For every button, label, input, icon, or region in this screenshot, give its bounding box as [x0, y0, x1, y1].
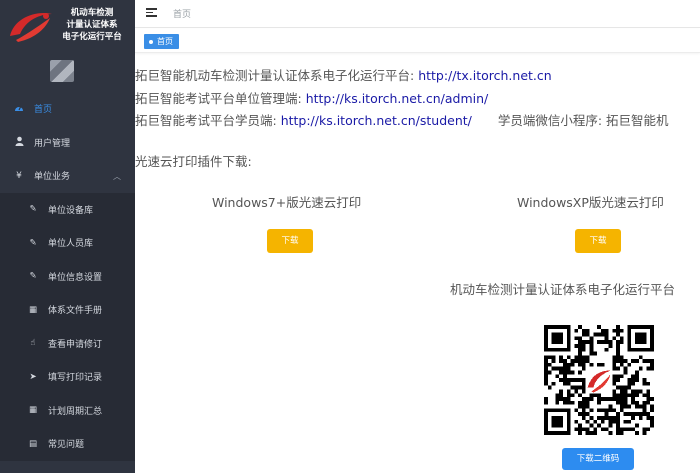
exam-admin-link[interactable]: http://ks.itorch.net.cn/admin/ — [306, 91, 489, 106]
sidebar-item-label: 计划周期汇总 — [48, 406, 103, 417]
sidebar-item-label: 查看申请修订 — [48, 339, 103, 350]
user-icon — [12, 136, 26, 149]
download-winxp-button[interactable]: 下载 — [575, 229, 621, 253]
sidebar-item-revision-requests[interactable]: ☝ 查看申请修订 — [0, 326, 135, 360]
brand-logo[interactable]: 机动车检测 计量认证体系 电子化运行平台 — [0, 0, 135, 52]
brand-line-1: 机动车检测 — [70, 8, 114, 18]
platform-label: 拓巨智能机动车检测计量认证体系电子化运行平台: — [135, 68, 419, 83]
sidebar-item-unit-business[interactable]: ¥ 单位业务 ︿ — [0, 159, 135, 193]
sidebar-item-label: 首页 — [34, 105, 53, 116]
sidebar: 机动车检测 计量认证体系 电子化运行平台 首页 用户管理 ¥ 单位业务 ︿ ✎ … — [0, 0, 135, 473]
exam-admin-link-line: 拓巨智能考试平台单位管理端: http://ks.itorch.net.cn/a… — [135, 88, 488, 107]
chevron-up-icon: ︿ — [113, 172, 121, 181]
menu-toggle-icon[interactable] — [146, 8, 157, 17]
sidebar-item-label: 单位人员库 — [48, 239, 94, 250]
sidebar-item-label: 用户管理 — [34, 138, 71, 149]
plugin-title: 光速云打印插件下载: — [135, 154, 252, 169]
breadcrumb[interactable]: 首页 — [173, 7, 191, 20]
qr-code-image — [544, 325, 654, 435]
qr-title: 机动车检测计量认证体系电子化运行平台 — [450, 282, 676, 297]
send-icon: ➤ — [29, 371, 37, 382]
edit-icon: ✎ — [29, 237, 37, 248]
exam-student-link[interactable]: http://ks.itorch.net.cn/student/ — [281, 113, 472, 128]
brand-line-3: 电子化运行平台 — [62, 32, 122, 42]
sidebar-item-faq[interactable]: ▤ 常见问题 — [0, 427, 135, 461]
download-win7-button[interactable]: 下载 — [267, 229, 313, 253]
tag-label: 首页 — [157, 37, 173, 46]
download-qr-button[interactable]: 下载二维码 — [562, 448, 634, 470]
app-root: 机动车检测 计量认证体系 电子化运行平台 首页 用户管理 ¥ 单位业务 ︿ ✎ … — [0, 0, 700, 473]
sidebar-item-system-manual[interactable]: ▦ 体系文件手册 — [0, 293, 135, 327]
download-title-winxp: WindowsXP版光速云打印 — [517, 195, 664, 210]
exam-student-link-line: 拓巨智能考试平台学员端: http://ks.itorch.net.cn/stu… — [135, 110, 669, 129]
table-icon: ▦ — [28, 405, 38, 416]
exam-student-label: 拓巨智能考试平台学员端: — [135, 113, 281, 128]
table-icon: ▦ — [28, 304, 38, 315]
main-content: 拓巨智能机动车检测计量认证体系电子化运行平台: http://tx.itorch… — [135, 53, 700, 473]
exam-admin-label: 拓巨智能考试平台单位管理端: — [135, 91, 306, 106]
miniprogram-label: 学员端微信小程序: 拓巨智能机 — [497, 113, 669, 128]
sidebar-menu: 首页 用户管理 ¥ 单位业务 ︿ ✎ 单位设备库 ✎ 单位人员库 ✎ 单位信息设… — [0, 92, 135, 461]
sidebar-item-unit-staff[interactable]: ✎ 单位人员库 — [0, 226, 135, 260]
yen-icon: ¥ — [16, 170, 22, 181]
brand-line-2: 计量认证体系 — [66, 20, 118, 30]
sidebar-item-user-management[interactable]: 用户管理 — [0, 126, 135, 160]
tag-dot-icon — [149, 39, 153, 44]
brand-title: 机动车检测 计量认证体系 电子化运行平台 — [52, 7, 132, 43]
download-title-win7: Windows7+版光速云打印 — [212, 195, 362, 210]
sidebar-item-unit-equipment[interactable]: ✎ 单位设备库 — [0, 192, 135, 226]
sidebar-item-label: 常见问题 — [48, 440, 85, 451]
sidebar-item-unit-settings[interactable]: ✎ 单位信息设置 — [0, 259, 135, 293]
sidebar-item-label: 单位信息设置 — [48, 272, 103, 283]
sidebar-item-label: 单位设备库 — [48, 205, 94, 216]
platform-link[interactable]: http://tx.itorch.net.cn — [418, 68, 552, 83]
hand-icon: ☝ — [30, 338, 36, 349]
sidebar-item-home[interactable]: 首页 — [0, 92, 135, 126]
top-bar: 首页 — [135, 0, 700, 28]
sidebar-item-label: 体系文件手册 — [48, 306, 103, 317]
doc-icon: ▤ — [28, 438, 38, 449]
edit-icon: ✎ — [29, 271, 37, 282]
edit-icon: ✎ — [29, 204, 37, 215]
platform-link-line: 拓巨智能机动车检测计量认证体系电子化运行平台: http://tx.itorch… — [135, 65, 552, 84]
sidebar-item-plan-summary[interactable]: ▦ 计划周期汇总 — [0, 393, 135, 427]
sidebar-item-label: 单位业务 — [34, 172, 71, 183]
sidebar-item-label: 填写打印记录 — [48, 373, 103, 384]
logo-icon — [10, 12, 52, 42]
dashboard-icon — [12, 103, 26, 115]
tags-view: 首页 — [135, 29, 700, 53]
avatar[interactable] — [50, 60, 74, 82]
sidebar-item-print-records[interactable]: ➤ 填写打印记录 — [0, 360, 135, 394]
tag-home[interactable]: 首页 — [144, 34, 179, 49]
